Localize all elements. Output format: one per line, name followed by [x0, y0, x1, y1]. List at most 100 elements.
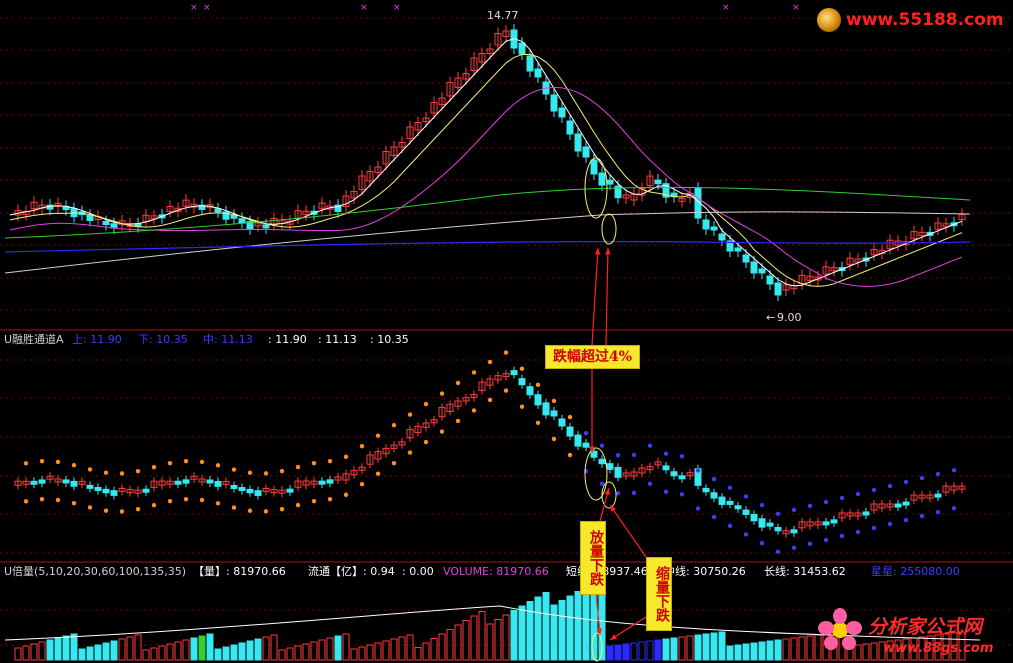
channel-upper-dot — [903, 479, 909, 485]
channel-upper-dot — [391, 422, 397, 428]
volume-bar — [390, 638, 398, 661]
volume-bar — [758, 641, 766, 661]
channel-upper-dot — [679, 454, 685, 459]
channel-upper-dot — [823, 499, 829, 505]
channel-candle-body — [230, 484, 238, 489]
channel-candle-body — [574, 434, 582, 447]
channel-candle-body — [934, 493, 942, 498]
channel-lower-dot — [727, 523, 733, 528]
channel-value-3: : 10.35 — [370, 333, 409, 346]
watermark-bottom-cn: 分析家公式网 — [868, 616, 983, 638]
candle-body — [558, 107, 566, 118]
channel-upper-dot — [103, 470, 109, 475]
ma-line-10 — [9, 53, 963, 287]
channel-lower-dot — [647, 481, 653, 486]
volume-bar — [342, 633, 350, 661]
candle-body — [574, 133, 582, 152]
candle-body — [110, 223, 118, 229]
volume-bar — [102, 642, 110, 661]
volume-bar — [630, 642, 638, 661]
volume-bar — [510, 610, 518, 661]
volume-bar — [406, 634, 414, 661]
channel-candle-body — [70, 480, 78, 487]
channel-value-2: : 11.13 — [318, 333, 357, 346]
volume-bar — [686, 635, 694, 661]
volume-bar — [318, 639, 326, 661]
volume-bar — [614, 644, 622, 661]
candle-body — [758, 268, 766, 274]
channel-lower-dot — [551, 436, 557, 442]
channel-upper-dot — [247, 470, 253, 475]
annotation-arrow — [609, 504, 647, 558]
volume-bar — [118, 638, 126, 661]
candle-body — [718, 233, 726, 241]
volume-bar — [518, 605, 526, 661]
channel-upper-dot — [807, 503, 813, 509]
ma-line-135 — [4, 241, 971, 253]
volume-bar — [302, 643, 310, 661]
channel-lower-dot — [295, 502, 301, 508]
volume-bar — [422, 642, 430, 661]
volume-bar — [182, 639, 190, 661]
channel-lower-value: 下: 10.35 — [138, 333, 188, 346]
volume-bar — [270, 634, 278, 661]
volume-bar — [142, 649, 150, 661]
volume-bar — [54, 637, 62, 661]
channel-candle-body — [318, 480, 326, 485]
long-line-value: 长线: 31453.62 — [764, 565, 846, 578]
channel-indicator-name[interactable]: U融胜通道A — [4, 333, 64, 346]
channel-candle-body — [254, 490, 262, 496]
float-shares-value: 流通【亿】: 0.94 — [308, 565, 395, 578]
volume-bar — [718, 631, 726, 661]
channel-candle-body — [182, 479, 190, 484]
channel-upper-dot — [759, 502, 765, 508]
channel-candle-body — [102, 488, 110, 494]
channel-lower-dot — [103, 508, 109, 513]
channel-upper-dot — [215, 463, 221, 468]
channel-candle-body — [662, 465, 670, 471]
volume-bar — [494, 619, 502, 661]
channel-lower-dot — [919, 513, 925, 519]
candle-body — [654, 179, 662, 185]
channel-candle-body — [38, 479, 46, 484]
candle-body — [590, 159, 598, 175]
channel-lower-dot — [375, 471, 381, 476]
volume-bar — [190, 637, 198, 661]
channel-upper-dot — [503, 350, 509, 355]
volume-bar — [366, 644, 374, 661]
top-marker-icon: × — [792, 3, 800, 13]
channel-upper-dot — [535, 382, 541, 388]
channel-candle-body — [238, 487, 246, 492]
channel-lower-dot — [487, 397, 493, 403]
volume-bar — [358, 646, 366, 661]
volume-bar — [238, 642, 246, 661]
volume-bar — [558, 600, 566, 661]
channel-candle-body — [174, 480, 182, 485]
channel-upper-dot — [23, 461, 29, 466]
channel-mid-value: 中: 11.13 — [203, 333, 253, 346]
channel-lower-dot — [679, 492, 685, 497]
channel-lower-dot — [439, 429, 445, 434]
channel-upper-dot — [455, 380, 461, 386]
channel-upper-dot — [775, 511, 781, 516]
channel-candle-body — [774, 526, 782, 532]
volume-bar — [166, 643, 174, 661]
channel-candle-body — [566, 426, 574, 437]
channel-upper-dot — [39, 458, 45, 464]
channel-lower-dot — [455, 418, 461, 424]
channel-candle-body — [678, 475, 686, 480]
channel-lower-dot — [887, 521, 893, 527]
channel-lower-dot — [871, 525, 877, 531]
stock-chart-canvas: × × × × × × — [0, 3, 1013, 662]
channel-lower-dot — [55, 497, 61, 503]
candle-body — [710, 226, 718, 231]
channel-candle-body — [726, 500, 734, 505]
channel-upper-dot — [663, 451, 669, 456]
channel-lower-dot — [39, 496, 45, 502]
channel-upper-dot — [55, 459, 61, 465]
channel-candle-body — [518, 378, 526, 386]
volume-indicator-name[interactable]: U倍量(5,10,20,30,60,100,135,35) — [4, 565, 186, 578]
volume-bar — [662, 638, 670, 661]
channel-value-1: : 11.90 — [268, 333, 307, 346]
channel-upper-dot — [791, 507, 797, 513]
